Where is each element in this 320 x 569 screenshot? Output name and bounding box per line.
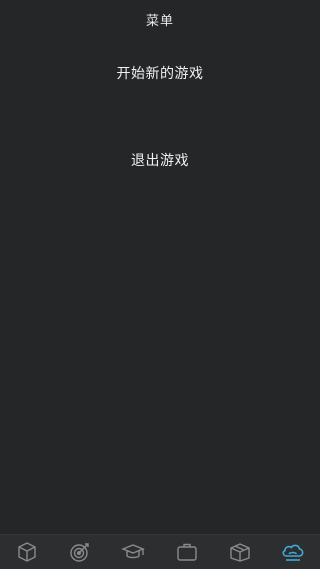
tab-target[interactable] — [60, 536, 100, 568]
tab-briefcase[interactable] — [167, 536, 207, 568]
graduation-cap-icon — [121, 541, 146, 563]
box-icon — [228, 541, 252, 563]
briefcase-icon — [175, 541, 199, 563]
target-icon — [69, 541, 91, 563]
bottom-tab-bar — [0, 534, 320, 569]
cloud-icon — [280, 541, 306, 563]
new-game-button[interactable]: 开始新的游戏 — [0, 63, 320, 83]
cube-icon — [16, 541, 38, 563]
page-title: 菜单 — [145, 14, 174, 29]
tab-education[interactable] — [113, 536, 153, 568]
tab-cloud[interactable] — [273, 536, 313, 568]
quit-game-button[interactable]: 退出游戏 — [0, 150, 320, 170]
screen: 菜单 开始新的游戏 退出游戏 — [0, 0, 320, 569]
tab-box[interactable] — [220, 536, 260, 568]
tab-cube[interactable] — [7, 536, 47, 568]
